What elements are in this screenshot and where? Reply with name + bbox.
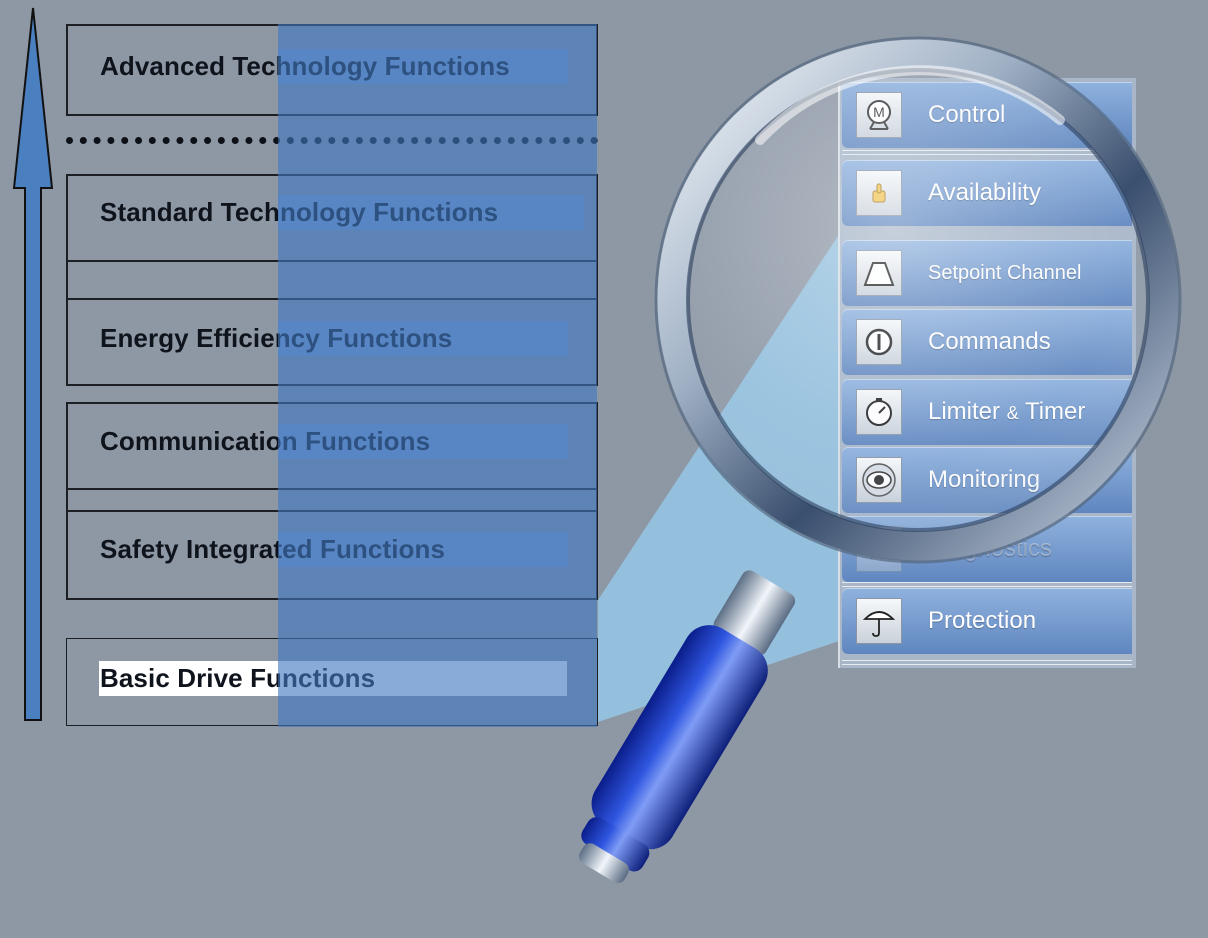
menu-label-limiter: Limiter <box>928 398 1001 425</box>
menu-label-limiter-timer: Limiter & Timer <box>928 379 1085 445</box>
menu-label-protection: Protection <box>928 607 1037 634</box>
menu-label-commands: Commands <box>928 328 1051 355</box>
menu-item-control[interactable]: M Control <box>842 82 1132 148</box>
umbrella-icon <box>856 598 902 644</box>
menu-item-availability[interactable]: Availability <box>842 160 1132 226</box>
svg-text:M: M <box>873 104 885 120</box>
diagnostics-icon <box>856 526 902 572</box>
stopwatch-icon <box>856 389 902 435</box>
menu-item-monitoring[interactable]: Monitoring <box>842 447 1132 513</box>
menu-separator <box>842 150 1132 155</box>
menu-item-diagnostics[interactable]: Diagnostics <box>842 516 1132 582</box>
menu-item-commands[interactable]: Commands <box>842 309 1132 375</box>
menu-label-setpoint-channel: Setpoint Channel <box>928 262 1082 284</box>
diagram: Advanced Technology Functions Standard T… <box>0 0 1208 938</box>
thumbs-up-icon <box>856 170 902 216</box>
menu-label-diagnostics: Diagnostics <box>928 535 1053 562</box>
menu-separator <box>842 582 1132 587</box>
menu-separator <box>842 660 1132 665</box>
menu-label-availability: Availability <box>928 179 1041 206</box>
menu-item-setpoint-channel[interactable]: Setpoint Channel <box>842 240 1132 306</box>
menu-item-protection[interactable]: Protection <box>842 588 1132 654</box>
menu-item-limiter-timer[interactable]: Limiter & Timer <box>842 379 1132 445</box>
menu-label-ampersand: & <box>1006 403 1019 423</box>
power-icon <box>856 319 902 365</box>
eye-icon <box>856 457 902 503</box>
menu-label-control: Control <box>928 101 1006 128</box>
menu-label-timer: Timer <box>1024 398 1086 425</box>
trapezoid-ramp-icon <box>856 250 902 296</box>
motor-icon: M <box>856 92 902 138</box>
menu-label-monitoring: Monitoring <box>928 466 1041 493</box>
